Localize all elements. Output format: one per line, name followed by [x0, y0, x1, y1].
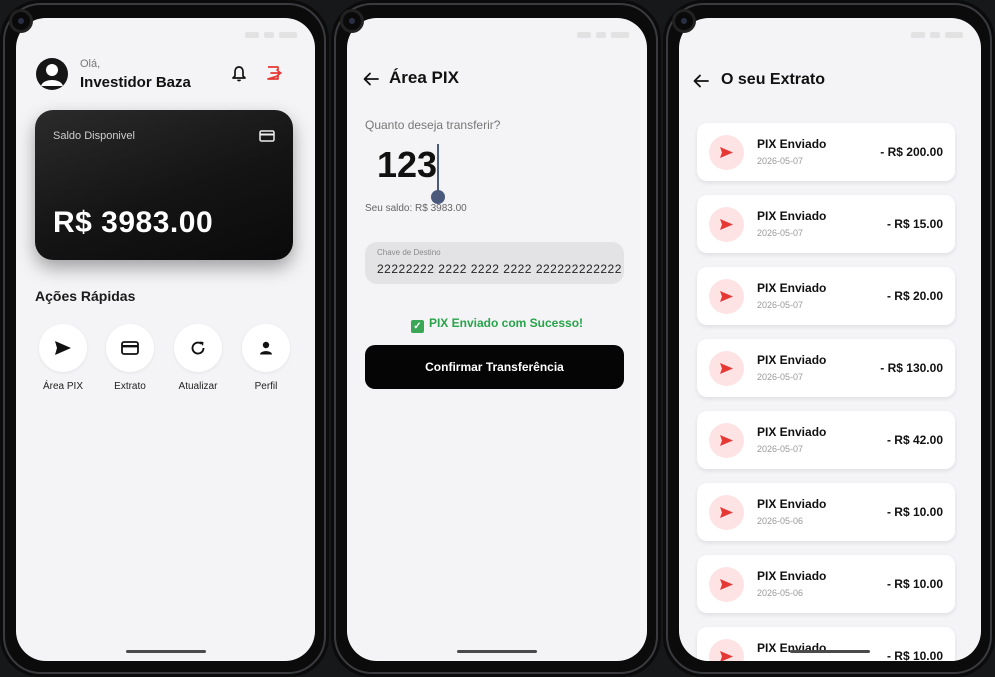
phone-pix: Área PIX Quanto deseja transferir? 123 S… — [331, 0, 661, 677]
transaction-date: 2026-05-07 — [757, 372, 804, 382]
avatar[interactable] — [36, 58, 68, 90]
send-icon — [709, 423, 744, 458]
home-indicator[interactable] — [790, 650, 870, 653]
transaction-item[interactable]: PIX Enviado 2026-05-06 - R$ 10.00 — [697, 555, 955, 613]
action-refresh-button[interactable]: Atualizar — [168, 324, 228, 392]
quick-actions-title: Ações Rápidas — [35, 288, 136, 304]
bell-icon[interactable] — [232, 66, 246, 82]
action-statement-button[interactable]: Extrato — [100, 324, 160, 392]
balance-card: Saldo Disponivel R$ 3983.00 — [35, 110, 293, 260]
balance-label: Saldo Disponivel — [53, 130, 135, 142]
transaction-item[interactable]: PIX Enviado - R$ 10.00 — [697, 627, 955, 661]
transaction-item[interactable]: PIX Enviado 2026-05-07 - R$ 200.00 — [697, 123, 955, 181]
transaction-amount: - R$ 20.00 — [886, 289, 943, 303]
transaction-title: PIX Enviado — [757, 353, 827, 367]
phone-statement: O seu Extrato PIX Enviado 2026-05-07 - R… — [663, 0, 995, 677]
home-indicator[interactable] — [457, 650, 537, 653]
send-icon — [709, 639, 744, 661]
home-screen: Olá, Investidor Baza Saldo Disponivel R$… — [16, 18, 315, 661]
field-value: 22222222 2222 2222 2222 222222222222 — [377, 262, 622, 276]
destination-key-field[interactable]: Chave de Destino 22222222 2222 2222 2222… — [365, 242, 624, 284]
send-icon — [709, 207, 744, 242]
page-title: O seu Extrato — [721, 71, 826, 88]
confirm-transfer-button[interactable]: Confirmar Transferência — [365, 345, 624, 389]
user-name: Investidor Baza — [80, 74, 191, 91]
action-profile-button[interactable]: Perfil — [236, 324, 296, 392]
statement-screen: O seu Extrato PIX Enviado 2026-05-07 - R… — [679, 18, 981, 661]
transaction-title: PIX Enviado — [757, 137, 827, 151]
action-label: Área PIX — [42, 381, 84, 392]
page-title: Área PIX — [389, 68, 459, 87]
send-icon — [709, 351, 744, 386]
front-camera — [343, 12, 361, 30]
status-bar — [911, 32, 963, 38]
transaction-amount: - R$ 200.00 — [880, 145, 943, 159]
transaction-title: PIX Enviado — [757, 497, 827, 511]
front-camera — [12, 12, 30, 30]
transaction-date: 2026-05-06 — [757, 516, 804, 526]
credit-card-icon — [259, 130, 275, 142]
transaction-date: 2026-05-07 — [757, 228, 804, 238]
transaction-date: 2026-05-06 — [757, 588, 804, 598]
send-icon — [709, 567, 744, 602]
credit-card-icon — [106, 324, 154, 372]
back-arrow-icon[interactable] — [693, 74, 709, 88]
person-icon — [242, 324, 290, 372]
home-indicator[interactable] — [125, 650, 206, 653]
cursor-handle[interactable] — [431, 190, 445, 204]
back-arrow-icon[interactable] — [363, 72, 379, 86]
transaction-item[interactable]: PIX Enviado 2026-05-06 - R$ 10.00 — [697, 483, 955, 541]
refresh-icon — [174, 324, 222, 372]
transaction-title: PIX Enviado — [757, 425, 827, 439]
send-icon — [39, 324, 87, 372]
send-icon — [709, 495, 744, 530]
check-icon: ✓ — [410, 320, 424, 333]
transaction-item[interactable]: PIX Enviado 2026-05-07 - R$ 20.00 — [697, 267, 955, 325]
status-bar — [577, 32, 629, 38]
transaction-date: 2026-05-07 — [757, 156, 804, 166]
transaction-date: 2026-05-07 — [757, 444, 804, 454]
transaction-item[interactable]: PIX Enviado 2026-05-07 - R$ 15.00 — [697, 195, 955, 253]
amount-question: Quanto deseja transferir? — [365, 118, 501, 132]
balance-note: Seu saldo: R$ 3983.00 — [365, 203, 467, 214]
transaction-amount: - R$ 10.00 — [886, 505, 943, 519]
action-label: Extrato — [114, 381, 146, 392]
transaction-amount: - R$ 42.00 — [886, 433, 943, 447]
success-message: ✓ PIX Enviado com Sucesso! — [347, 316, 647, 333]
send-icon — [709, 135, 744, 170]
transaction-item[interactable]: PIX Enviado 2026-05-07 - R$ 42.00 — [697, 411, 955, 469]
transaction-title: PIX Enviado — [757, 209, 827, 223]
transaction-amount: - R$ 130.00 — [880, 361, 943, 375]
send-icon — [709, 279, 744, 314]
front-camera — [675, 12, 693, 30]
pix-screen: Área PIX Quanto deseja transferir? 123 S… — [347, 18, 647, 661]
action-pix-button[interactable]: Área PIX — [33, 324, 93, 392]
field-label: Chave de Destino — [377, 248, 441, 257]
logout-icon[interactable] — [266, 65, 282, 81]
transaction-amount: - R$ 10.00 — [886, 577, 943, 591]
action-label: Atualizar — [178, 381, 218, 392]
transaction-item[interactable]: PIX Enviado 2026-05-07 - R$ 130.00 — [697, 339, 955, 397]
greeting-text: Olá, — [80, 58, 101, 70]
status-bar — [245, 32, 297, 38]
transaction-title: PIX Enviado — [757, 281, 827, 295]
transaction-amount: - R$ 15.00 — [886, 217, 943, 231]
amount-input[interactable]: 123 — [377, 144, 437, 186]
transaction-title: PIX Enviado — [757, 569, 827, 583]
action-label: Perfil — [254, 381, 278, 392]
transaction-amount: - R$ 10.00 — [886, 649, 943, 661]
transaction-date: 2026-05-07 — [757, 300, 804, 310]
phone-home: Olá, Investidor Baza Saldo Disponivel R$… — [0, 0, 329, 677]
text-cursor — [437, 144, 439, 192]
balance-amount: R$ 3983.00 — [53, 206, 214, 239]
